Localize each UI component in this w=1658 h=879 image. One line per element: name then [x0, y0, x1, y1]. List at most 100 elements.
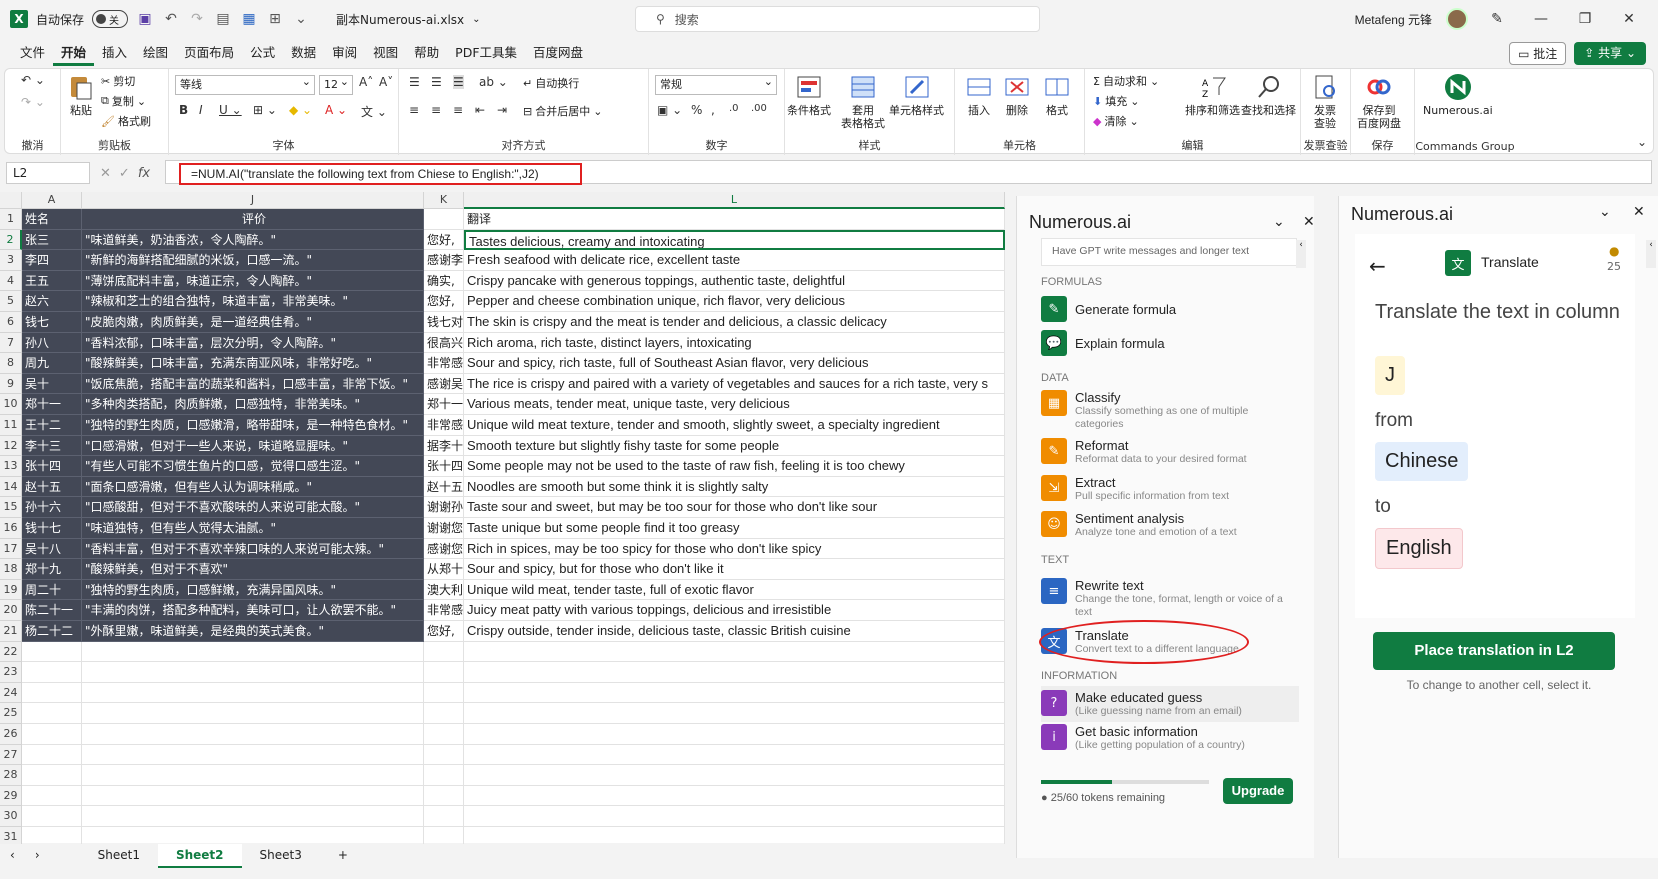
cell[interactable]: [424, 662, 464, 683]
cell[interactable]: 非常感: [424, 353, 464, 374]
file-name[interactable]: 副本Numerous-ai.xlsx: [336, 11, 464, 28]
cell[interactable]: 郑十九: [22, 559, 82, 580]
row-header[interactable]: 27: [0, 744, 22, 766]
menu-formulas[interactable]: 公式: [242, 40, 283, 66]
align-bottom-icon[interactable]: ☰: [453, 75, 464, 89]
menu-data[interactable]: 数据: [283, 40, 324, 66]
save-baidu-button[interactable]: 保存到 百度网盘: [1357, 73, 1401, 130]
spreadsheet-grid[interactable]: A J K L 1 姓名 评价 翻译 2 张三 "味道鲜美，奶油香浓，令人陶醉。" 您好, Ta…: [0, 192, 1005, 869]
formula-text[interactable]: =NUM.AI("translate the following text fr…: [179, 163, 582, 185]
fill-button[interactable]: ⬇ 填充 ⌄: [1093, 93, 1139, 109]
share-button[interactable]: ⇪ 共享 ⌄: [1574, 42, 1646, 65]
cell[interactable]: Taste unique but some people find it too…: [464, 518, 1005, 539]
sort-filter-button[interactable]: AZ 排序和筛选: [1185, 73, 1240, 117]
cell[interactable]: "丰满的肉饼，搭配多种配料，美味可口，让人欲罢不能。": [82, 600, 424, 621]
add-sheet-icon[interactable]: +: [320, 844, 366, 868]
menu-view[interactable]: 视图: [365, 40, 406, 66]
cell[interactable]: [424, 785, 464, 807]
column-header-l[interactable]: L: [464, 192, 1005, 209]
cell[interactable]: [424, 209, 464, 230]
cell[interactable]: 王十二: [22, 415, 82, 436]
cell[interactable]: 李十三: [22, 435, 82, 457]
cell[interactable]: The rice is crispy and paired with a var…: [464, 373, 1005, 395]
row-header[interactable]: 28: [0, 765, 22, 786]
cell[interactable]: [82, 806, 424, 827]
cell[interactable]: [82, 703, 424, 724]
paste-button[interactable]: 粘贴: [67, 73, 95, 117]
cell[interactable]: [22, 744, 82, 766]
cell[interactable]: "口感酸甜，但对于不喜欢酸味的人来说可能太酸。": [82, 497, 424, 518]
column-header-k[interactable]: K: [424, 192, 464, 209]
row-header[interactable]: 15: [0, 497, 22, 518]
cell[interactable]: [82, 724, 424, 745]
cut-button[interactable]: ✂ 剪切: [101, 73, 135, 89]
cell[interactable]: Various meats, tender meat, unique taste…: [464, 394, 1005, 415]
cell[interactable]: Unique wild meat texture, tender and smo…: [464, 415, 1005, 436]
cell[interactable]: [82, 785, 424, 807]
clear-button[interactable]: ◆ 清除 ⌄: [1093, 113, 1139, 129]
cell[interactable]: 郑十一: [22, 394, 82, 415]
customize-icon[interactable]: ⌄: [292, 10, 310, 28]
rewrite-item[interactable]: ≡ Rewrite text Change the tone, format, l…: [1041, 578, 1299, 619]
row-header[interactable]: 1: [0, 209, 22, 230]
redo-icon[interactable]: ↷: [188, 10, 206, 28]
column-header-a[interactable]: A: [22, 192, 82, 209]
cell[interactable]: "酸辣鲜美，口味丰富，充满东南亚风味，非常好吃。": [82, 353, 424, 374]
place-translation-button[interactable]: Place translation in L2: [1373, 632, 1615, 670]
cell[interactable]: Juicy meat patty with various toppings, …: [464, 600, 1005, 621]
row-header[interactable]: 30: [0, 806, 22, 827]
educated-guess-item[interactable]: ? Make educated guess (Like guessing name…: [1041, 686, 1299, 722]
row-header[interactable]: 8: [0, 353, 22, 374]
cell[interactable]: 从郑十: [424, 559, 464, 580]
font-color-icon[interactable]: A ⌄: [325, 103, 347, 117]
ribbon-collapse-icon[interactable]: ⌄: [1637, 135, 1647, 149]
currency-icon[interactable]: ▣ ⌄: [657, 103, 682, 117]
cell[interactable]: "辣椒和芝士的组合独特，味道丰富，非常美味。": [82, 291, 424, 312]
cell[interactable]: "饭底焦脆，搭配丰富的蔬菜和酱料，口感丰富，非常下饭。": [82, 373, 424, 395]
shrink-font-icon[interactable]: A˅: [379, 75, 393, 89]
autosave-toggle[interactable]: 关: [92, 10, 129, 28]
menu-pdf-tools[interactable]: PDF工具集: [447, 40, 525, 66]
column-header-j[interactable]: J: [82, 192, 424, 209]
cell[interactable]: 吴十: [22, 373, 82, 395]
row-header[interactable]: 22: [0, 641, 22, 663]
cell[interactable]: [82, 641, 424, 663]
row-header[interactable]: 25: [0, 703, 22, 724]
ribbon-redo-icon[interactable]: ↷ ⌄: [21, 95, 45, 109]
cell[interactable]: 澳大利: [424, 579, 464, 601]
cell[interactable]: 赵十五: [424, 476, 464, 498]
delete-cells-button[interactable]: 删除: [1003, 73, 1031, 117]
fx-icon[interactable]: fx: [138, 166, 150, 181]
borders-icon[interactable]: ⊞ ⌄: [253, 103, 277, 117]
cancel-icon[interactable]: ✕: [100, 166, 111, 181]
cell[interactable]: [424, 724, 464, 745]
cell[interactable]: [22, 765, 82, 786]
increase-indent-icon[interactable]: ⇥: [497, 103, 507, 117]
row-header[interactable]: 18: [0, 559, 22, 580]
align-left-icon[interactable]: ≡: [409, 103, 419, 117]
cell[interactable]: 很高兴: [424, 332, 464, 354]
cell[interactable]: "独特的野生肉质，口感嫩滑，略带甜味，是一种特色食材。": [82, 415, 424, 436]
cell[interactable]: [22, 682, 82, 704]
sheet-tab-2[interactable]: Sheet2: [157, 844, 242, 868]
menu-help[interactable]: 帮助: [406, 40, 447, 66]
cell[interactable]: 钱七对: [424, 312, 464, 333]
comment-button[interactable]: ▭ 批注: [1509, 42, 1567, 65]
cell[interactable]: [464, 744, 1005, 766]
cond-format-button[interactable]: 条件格式: [787, 73, 831, 117]
name-box[interactable]: L2: [6, 162, 90, 184]
cell[interactable]: Sour and spicy, but for those who don't …: [464, 559, 1005, 580]
cell[interactable]: "多种肉类搭配，肉质鲜嫩，口感独特，非常美味。": [82, 394, 424, 415]
row-header[interactable]: 9: [0, 373, 22, 395]
cell[interactable]: 感谢吴: [424, 373, 464, 395]
cell[interactable]: 陈二十一: [22, 600, 82, 621]
enter-icon[interactable]: ✓: [119, 166, 130, 181]
italic-icon[interactable]: I: [199, 103, 203, 117]
autosum-button[interactable]: Σ 自动求和 ⌄: [1093, 73, 1159, 89]
row-header[interactable]: 7: [0, 332, 22, 354]
pen-icon[interactable]: ✎: [1482, 11, 1512, 27]
cell[interactable]: 吴十八: [22, 538, 82, 560]
cell[interactable]: Fresh seafood with delicate rice, excell…: [464, 250, 1005, 271]
cell[interactable]: 非常感: [424, 415, 464, 436]
row-header[interactable]: 29: [0, 785, 22, 807]
